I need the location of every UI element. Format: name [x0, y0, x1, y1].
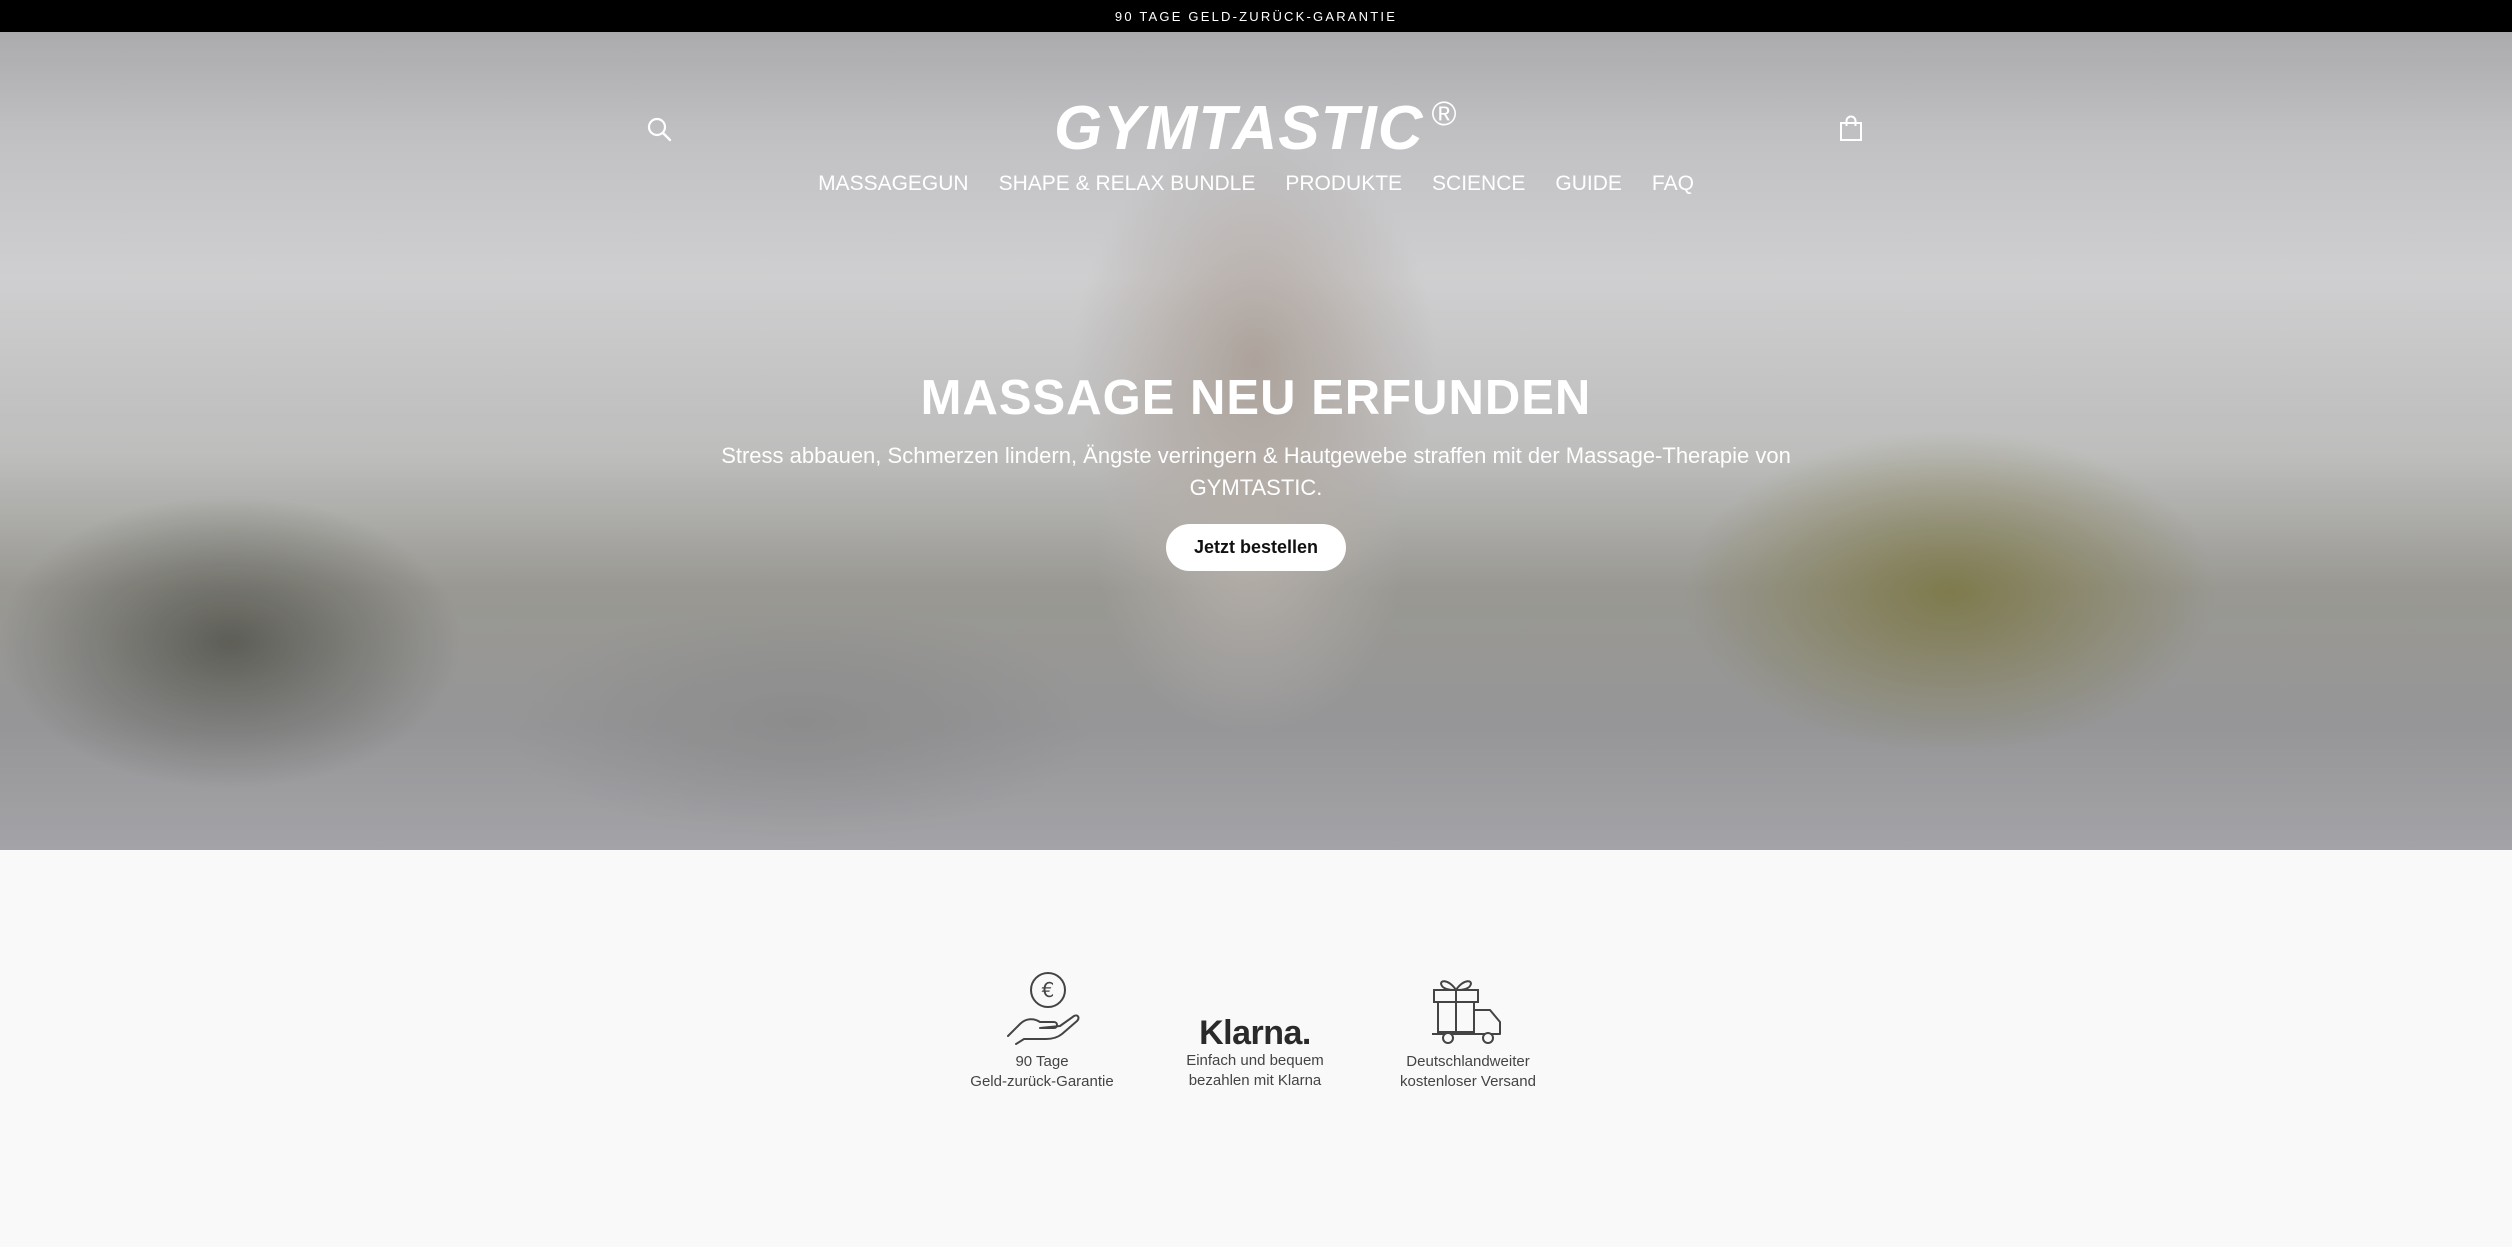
announcement-text: 90 TAGE GELD-ZURÜCK-GARANTIE	[1114, 8, 1398, 24]
nav-item-faq[interactable]: FAQ	[1652, 172, 1694, 196]
features-section: € 90 Tage Geld-zurück-Garantie Klarna. E…	[0, 850, 2512, 1247]
feature-money-back-line1: 90 Tage	[1015, 1053, 1069, 1070]
main-nav: MASSAGEGUN SHAPE & RELAX BUNDLE PRODUKTE…	[0, 172, 2512, 196]
feature-klarna-line2: bezahlen mit Klarna	[1188, 1072, 1322, 1089]
svg-text:€: €	[1042, 978, 1055, 1002]
search-icon[interactable]	[646, 116, 672, 142]
feature-free-shipping: Deutschlandweiter kostenloser Versand	[1368, 970, 1568, 1092]
cart-icon[interactable]	[1837, 114, 1865, 142]
gift-truck-icon	[1432, 980, 1501, 1044]
nav-item-produkte[interactable]: PRODUKTE	[1285, 172, 1402, 196]
nav-item-shape-relax-bundle[interactable]: SHAPE & RELAX BUNDLE	[999, 172, 1256, 196]
nav-item-guide[interactable]: GUIDE	[1555, 172, 1622, 196]
feature-shipping-line1: Deutschlandweiter	[1406, 1053, 1530, 1070]
announcement-bar: 90 TAGE GELD-ZURÜCK-GARANTIE	[0, 0, 2512, 32]
logo-text: GYMTASTIC	[1054, 94, 1424, 163]
feature-klarna: Klarna. Einfach und bequem bezahlen mit …	[1155, 970, 1355, 1091]
feature-money-back: € 90 Tage Geld-zurück-Garantie	[942, 970, 1142, 1092]
hero-subtitle: Stress abbauen, Schmerzen lindern, Ängst…	[721, 443, 1791, 500]
feature-shipping-line2: kostenloser Versand	[1400, 1073, 1536, 1090]
klarna-logo: Klarna.	[1199, 1014, 1311, 1052]
site-logo[interactable]: GYMTASTIC ®	[1054, 94, 1458, 164]
nav-item-massagegun[interactable]: MASSAGEGUN	[818, 172, 969, 196]
feature-klarna-line1: Einfach und bequem	[1186, 1052, 1324, 1069]
hero-banner: GYMTASTIC ® MASSAGEGUN SHAPE & RELAX BUN…	[0, 32, 2512, 850]
hero-title: MASSAGE NEU ERFUNDEN	[920, 371, 1592, 425]
registered-mark: ®	[1431, 95, 1458, 133]
order-now-button[interactable]: Jetzt bestellen	[1166, 524, 1346, 571]
feature-money-back-line2: Geld-zurück-Garantie	[970, 1073, 1114, 1090]
hand-euro-icon: €	[1007, 972, 1080, 1045]
nav-item-science[interactable]: SCIENCE	[1432, 172, 1525, 196]
